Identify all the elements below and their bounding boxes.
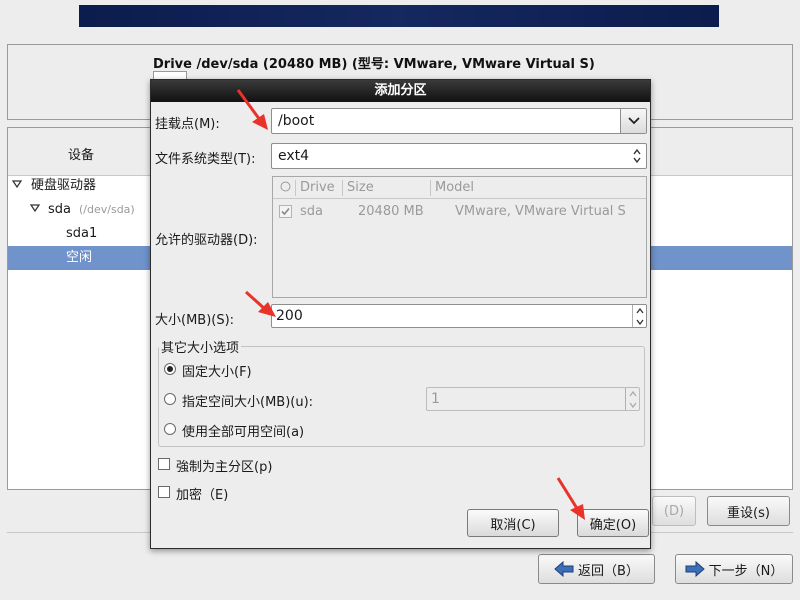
- chevron-up-icon[interactable]: [628, 390, 637, 397]
- size-value[interactable]: 200: [276, 308, 303, 324]
- tree-row-label: 硬盘驱动器: [31, 178, 97, 193]
- radio-fill-all[interactable]: [164, 423, 176, 435]
- next-button[interactable]: 下一步（N）: [675, 554, 793, 584]
- back-button[interactable]: 返回（B）: [538, 554, 655, 584]
- size-spinner[interactable]: 200: [271, 304, 647, 328]
- tree-row-label: 空闲: [66, 250, 93, 265]
- table-row[interactable]: sda 20480 MB VMware, VMware Virtual S: [273, 201, 646, 223]
- radio-fill-to-size-label[interactable]: 指定空间大小(MB)(u):: [182, 391, 313, 410]
- tree-header-device: 设备: [68, 148, 95, 163]
- tree-row-label: sda: [48, 202, 71, 217]
- mount-point-value[interactable]: /boot: [278, 113, 314, 129]
- updown-icon: [632, 148, 642, 164]
- mount-point-label: 挂载点(M):: [155, 117, 220, 132]
- spinner-arrows[interactable]: [625, 388, 639, 410]
- encrypt-label[interactable]: 加密（E): [176, 484, 228, 503]
- arrow-right-icon: [685, 560, 705, 578]
- allowed-drives-label: 允许的驱动器(D):: [155, 233, 258, 248]
- back-button-label: 返回（B）: [578, 563, 639, 579]
- drive-table-header: Drive Size Model: [273, 177, 646, 199]
- chevron-down-icon: [627, 113, 640, 129]
- fs-type-value: ext4: [278, 148, 310, 164]
- spinner-arrows[interactable]: [632, 305, 646, 327]
- combo-dropdown-button[interactable]: [620, 109, 646, 133]
- max-size-spinner[interactable]: 1: [426, 387, 640, 411]
- next-button-label: 下一步（N）: [708, 563, 784, 579]
- encrypt-checkbox[interactable]: [158, 486, 170, 498]
- tree-row-sublabel: (/dev/sda): [79, 203, 135, 216]
- row-model: VMware, VMware Virtual S: [455, 204, 626, 219]
- radio-fill-to-size[interactable]: [164, 393, 176, 405]
- fs-type-select[interactable]: ext4: [271, 143, 647, 169]
- fs-type-label: 文件系统类型(T):: [155, 152, 256, 167]
- radio-fill-all-label[interactable]: 使用全部可用空间(a): [182, 421, 304, 440]
- radio-fixed-size-label[interactable]: 固定大小(F): [182, 361, 252, 380]
- max-size-value: 1: [431, 391, 440, 407]
- add-partition-dialog: 添加分区 挂载点(M): /boot 文件系统类型(T): ext4 允许的驱动…: [150, 79, 651, 549]
- row-size: 20480 MB: [358, 204, 424, 219]
- radio-fixed-size[interactable]: [164, 363, 176, 375]
- chevron-down-icon[interactable]: [11, 174, 23, 198]
- top-banner: [79, 5, 719, 27]
- ok-button[interactable]: 确定(O): [577, 509, 649, 537]
- tree-row-label: sda1: [66, 226, 98, 241]
- chevron-up-icon[interactable]: [635, 307, 644, 314]
- checkbox-checked-icon[interactable]: [279, 205, 292, 222]
- force-primary-checkbox[interactable]: [158, 458, 170, 470]
- allowed-drives-table[interactable]: Drive Size Model sda 20480 MB VMware, VM…: [272, 176, 647, 298]
- arrow-left-icon: [554, 560, 574, 578]
- force-primary-label[interactable]: 強制为主分区(p): [176, 456, 272, 475]
- chevron-down-icon[interactable]: [635, 319, 644, 325]
- col-drive: Drive: [300, 180, 335, 195]
- delete-button[interactable]: (D): [652, 496, 696, 526]
- drive-title: Drive /dev/sda (20480 MB) (型号: VMware, V…: [153, 57, 595, 72]
- chevron-down-icon[interactable]: [628, 402, 637, 408]
- mount-point-combo[interactable]: /boot: [271, 108, 647, 134]
- reset-button[interactable]: 重设(s): [707, 496, 790, 526]
- chevron-down-icon[interactable]: [29, 198, 41, 222]
- row-drive: sda: [300, 204, 323, 219]
- col-model: Model: [435, 180, 475, 195]
- cancel-button[interactable]: 取消(C): [467, 509, 559, 537]
- size-label: 大小(MB)(S):: [155, 313, 235, 328]
- dialog-title: 添加分区: [151, 80, 650, 102]
- col-size: Size: [347, 180, 374, 195]
- radio-icon: [280, 181, 291, 196]
- other-size-options-title: 其它大小选项: [159, 337, 242, 356]
